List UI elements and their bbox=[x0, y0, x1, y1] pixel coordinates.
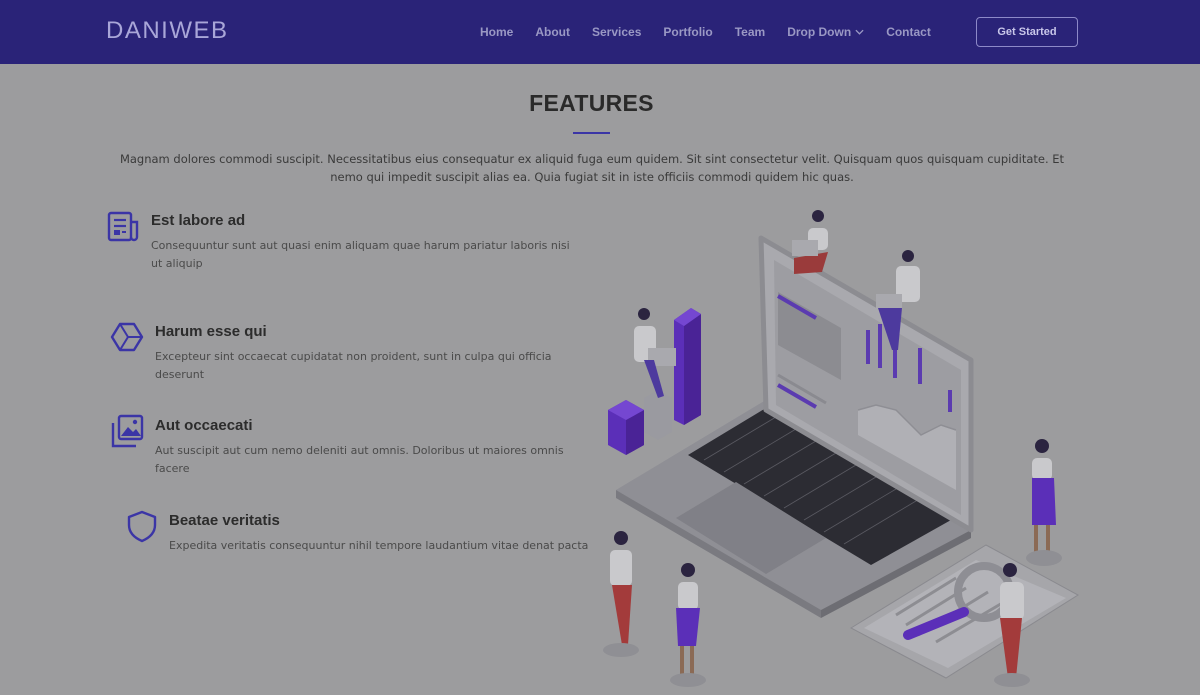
nav-contact[interactable]: Contact bbox=[886, 25, 931, 39]
feature-item: Beatae veritatis Expedita veritatis cons… bbox=[125, 509, 595, 569]
feature-text: Aut suscipit aut cum nemo deleniti aut o… bbox=[155, 444, 564, 475]
title-underline bbox=[573, 132, 610, 134]
section-title: FEATURES bbox=[529, 90, 654, 116]
person-standing-right bbox=[1026, 439, 1062, 566]
images-icon bbox=[111, 414, 144, 448]
section-lead: Magnam dolores commodi suscipit. Necessi… bbox=[119, 152, 1065, 184]
feature-title: Harum esse qui bbox=[155, 323, 267, 340]
nav-services[interactable]: Services bbox=[592, 25, 641, 39]
feature-item: Aut occaecati Aut suscipit aut cum nemo … bbox=[110, 414, 590, 475]
nav-team[interactable]: Team bbox=[735, 25, 765, 39]
features-illustration bbox=[603, 210, 1079, 687]
nav-portfolio[interactable]: Portfolio bbox=[663, 25, 712, 39]
newspaper-icon bbox=[107, 211, 139, 242]
person-sitting-bar bbox=[634, 308, 676, 398]
feature-title: Beatae veritatis bbox=[169, 512, 280, 529]
hexagon-box-icon bbox=[110, 322, 144, 352]
nav-dropdown-label: Drop Down bbox=[787, 25, 852, 39]
feature-title: Est labore ad bbox=[151, 212, 246, 229]
nav-dropdown[interactable]: Drop Down bbox=[787, 25, 864, 39]
nav-home[interactable]: Home bbox=[480, 25, 513, 39]
feature-item: Harum esse qui Excepteur sint occaecat c… bbox=[110, 320, 590, 381]
logo[interactable]: DANIWEB bbox=[106, 17, 229, 45]
get-started-button[interactable]: Get Started bbox=[976, 17, 1078, 47]
feature-item: Est labore ad Consequuntur sunt aut quas… bbox=[106, 210, 586, 280]
nav-about[interactable]: About bbox=[535, 25, 570, 39]
feature-text: Consequuntur sunt aut quasi enim aliquam… bbox=[151, 239, 570, 270]
shield-icon bbox=[127, 510, 157, 543]
feature-text: Expedita veritatis consequuntur nihil te… bbox=[169, 539, 589, 552]
main-nav: Home About Services Portfolio Team Drop … bbox=[480, 24, 953, 40]
feature-text: Excepteur sint occaecat cupidatat non pr… bbox=[155, 350, 552, 381]
chevron-down-icon bbox=[855, 29, 864, 35]
person-sitting-screen-1 bbox=[792, 210, 828, 274]
feature-title: Aut occaecati bbox=[155, 417, 253, 434]
people-talking bbox=[603, 531, 706, 687]
site-header: DANIWEB Home About Services Portfolio Te… bbox=[0, 0, 1200, 64]
